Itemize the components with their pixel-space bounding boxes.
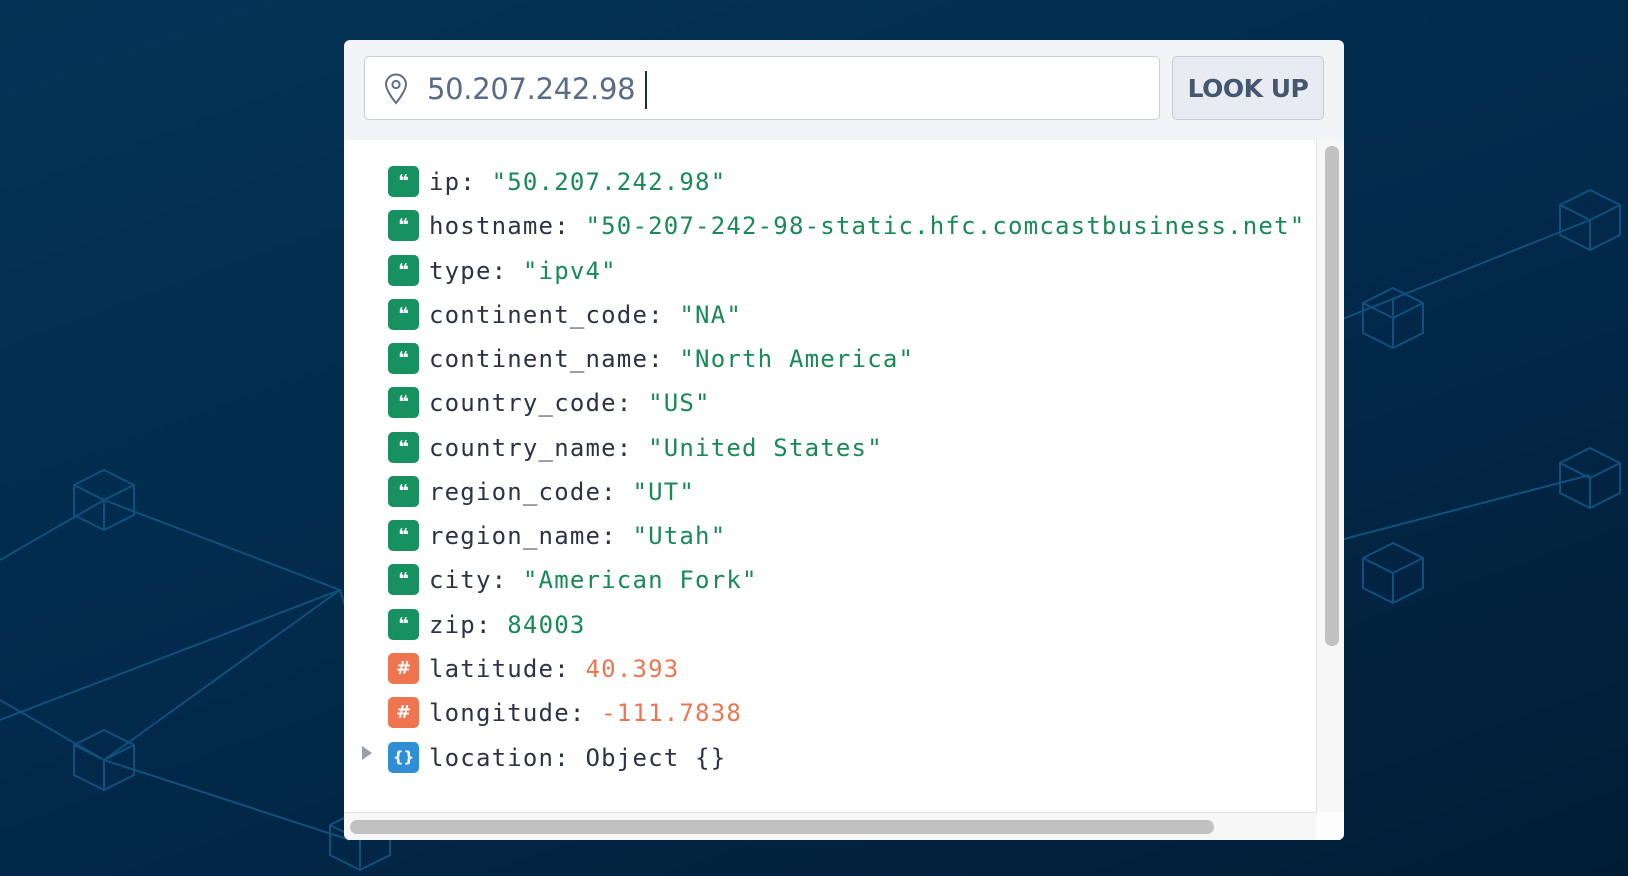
result-key: continent_name: — [429, 345, 664, 373]
result-value: Object {} — [585, 744, 727, 772]
result-key: hostname: — [429, 212, 570, 240]
vertical-scrollbar[interactable] — [1316, 140, 1344, 812]
result-row-longitude: # longitude: -111.7838 — [388, 695, 742, 731]
string-type-icon: ❝ — [388, 475, 419, 507]
result-row-location[interactable]: {} location: Object {} — [388, 740, 726, 776]
search-row: LOOK UP — [364, 56, 1324, 124]
result-row-region-code: ❝ region_code: "UT" — [388, 474, 695, 510]
string-type-icon: ❝ — [388, 386, 419, 418]
result-key: city: — [429, 566, 508, 594]
horizontal-scrollbar[interactable] — [344, 812, 1316, 840]
string-type-icon: ❝ — [388, 519, 419, 551]
ip-lookup-card: LOOK UP ❝ ip: "50.207.242.98" ❝ hostname: … — [344, 40, 1344, 840]
ip-search-input[interactable] — [427, 69, 1127, 109]
result-key: region_name: — [429, 522, 617, 550]
result-value: "50-207-242-98-static.hfc.comcastbusines… — [585, 212, 1306, 240]
string-type-icon: ❝ — [388, 342, 419, 374]
result-row-continent-code: ❝ continent_code: "NA" — [388, 297, 742, 333]
result-row-country-code: ❝ country_code: "US" — [388, 385, 711, 421]
result-key: latitude: — [429, 655, 570, 683]
result-value: "ipv4" — [522, 257, 617, 285]
result-value: "North America" — [679, 345, 915, 373]
result-key: zip: — [429, 611, 492, 639]
result-row-ip: ❝ ip: "50.207.242.98" — [388, 164, 726, 200]
string-type-icon: ❝ — [388, 431, 419, 463]
result-value: "NA" — [679, 301, 743, 329]
text-caret — [645, 71, 647, 109]
horizontal-scroll-thumb[interactable] — [350, 820, 1214, 834]
number-type-icon: # — [388, 696, 419, 728]
vertical-scroll-thumb[interactable] — [1325, 146, 1339, 646]
result-value: "50.207.242.98" — [491, 168, 727, 196]
result-value: "UT" — [632, 478, 696, 506]
result-tree: ❝ ip: "50.207.242.98" ❝ hostname: "50-207-… — [344, 140, 1316, 812]
result-key: continent_code: — [429, 301, 664, 329]
result-row-zip: ❝ zip: 84003 — [388, 607, 586, 643]
result-key: country_code: — [429, 389, 633, 417]
result-value: "United States" — [648, 434, 883, 462]
result-key: ip: — [429, 168, 476, 196]
look-up-button[interactable]: LOOK UP — [1172, 56, 1324, 120]
result-key: location: — [429, 744, 570, 772]
search-box[interactable] — [364, 56, 1160, 120]
number-type-icon: # — [388, 652, 419, 684]
scrollbar-corner — [1316, 812, 1344, 840]
result-value: "Utah" — [632, 522, 727, 550]
object-type-icon: {} — [388, 741, 419, 773]
string-type-icon: ❝ — [388, 298, 419, 330]
map-pin-icon — [384, 73, 408, 105]
string-type-icon: ❝ — [388, 165, 419, 197]
string-type-icon: ❝ — [388, 608, 419, 640]
result-key: region_code: — [429, 478, 617, 506]
expand-arrow-icon[interactable] — [362, 746, 372, 760]
result-row-city: ❝ city: "American Fork" — [388, 562, 758, 598]
result-key: type: — [429, 257, 508, 285]
result-row-hostname: ❝ hostname: "50-207-242-98-static.hfc.com… — [388, 208, 1305, 244]
result-key: country_name: — [429, 434, 633, 462]
result-value: -111.7838 — [601, 699, 742, 727]
result-key: longitude: — [429, 699, 586, 727]
string-type-icon: ❝ — [388, 254, 419, 286]
result-row-country-name: ❝ country_name: "United States" — [388, 430, 883, 466]
string-type-icon: ❝ — [388, 563, 419, 595]
result-row-region-name: ❝ region_name: "Utah" — [388, 518, 726, 554]
string-type-icon: ❝ — [388, 209, 419, 241]
result-value: 40.393 — [585, 655, 680, 683]
result-row-continent-name: ❝ continent_name: "North America" — [388, 341, 914, 377]
result-row-latitude: # latitude: 40.393 — [388, 651, 679, 687]
result-value: 84003 — [507, 611, 586, 639]
result-row-type: ❝ type: "ipv4" — [388, 253, 617, 289]
result-value: "US" — [648, 389, 711, 417]
result-value: "American Fork" — [522, 566, 758, 594]
